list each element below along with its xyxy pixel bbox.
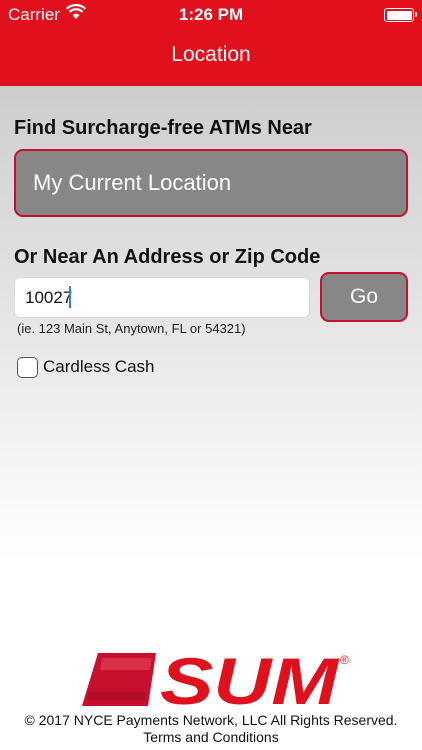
copyright-text: © 2017 NYCE Payments Network, LLC All Ri…	[24, 712, 398, 728]
find-atms-heading: Find Surcharge-free ATMs Near	[14, 117, 312, 139]
status-bar: Carrier 1:26 PM	[0, 0, 422, 30]
address-hint: (ie. 123 Main St, Anytown, FL or 54321)	[17, 321, 246, 336]
battery-icon	[384, 8, 417, 22]
header-bar: Carrier 1:26 PM Location	[0, 0, 422, 86]
current-location-button[interactable]: My Current Location	[14, 149, 408, 217]
text-cursor	[69, 286, 71, 308]
address-heading: Or Near An Address or Zip Code	[14, 246, 321, 268]
go-button[interactable]: Go	[320, 272, 408, 322]
sum-logo-text: SUM	[160, 648, 340, 710]
cardless-cash-checkbox[interactable]	[17, 357, 38, 378]
registered-mark: ®	[340, 653, 349, 667]
sum-logo-card	[82, 653, 156, 706]
sum-logo: SUM ®	[82, 648, 349, 710]
address-input[interactable]	[14, 277, 310, 318]
clock: 1:26 PM	[178, 5, 244, 24]
cardless-cash-label[interactable]: Cardless Cash	[43, 357, 155, 377]
page-title: Location	[171, 43, 251, 66]
terms-link[interactable]: Terms and Conditions	[0, 729, 422, 745]
